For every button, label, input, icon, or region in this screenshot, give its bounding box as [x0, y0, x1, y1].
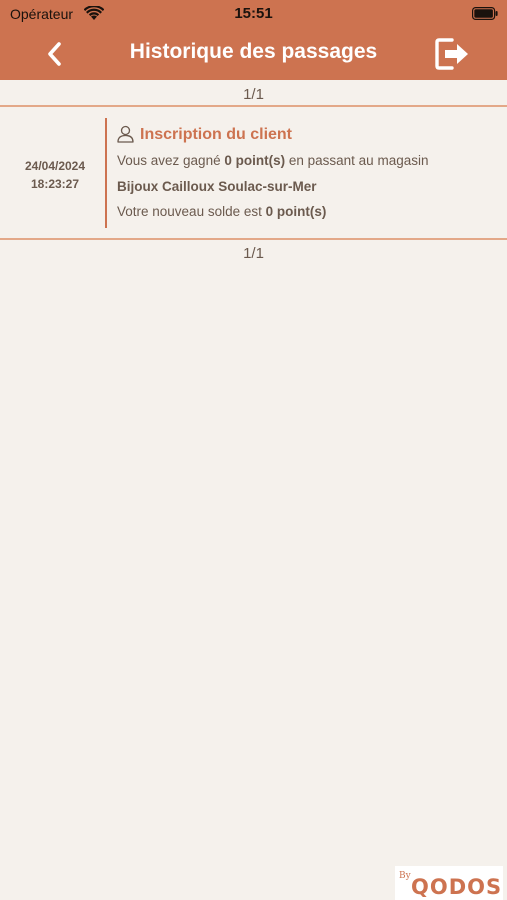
page-title: Historique des passages	[129, 40, 378, 63]
entry-points-earned: Vous avez gagné 0 point(s) en passant au…	[117, 153, 428, 168]
balance-prefix: Votre nouveau solde est	[117, 204, 262, 219]
entry-time: 18:23:27	[30, 177, 80, 191]
app-header: Opérateur 15:51 Historique des passages	[0, 0, 507, 80]
status-bar: Opérateur 15:51	[0, 0, 507, 28]
entry-datetime: 24/04/2024 18:23:27	[10, 157, 100, 193]
brand-by: By	[399, 871, 411, 881]
brand-logo: By QODOS	[395, 866, 503, 900]
earned-suffix: en passant au magasin	[288, 153, 429, 168]
earned-points: 0 point(s)	[224, 153, 286, 168]
divider	[0, 238, 507, 240]
entry-title: Inscription du client	[140, 126, 293, 143]
earned-prefix: Vous avez gagné	[117, 153, 221, 168]
person-icon	[117, 125, 134, 143]
balance-points: 0 point(s)	[265, 204, 327, 219]
pagination-bottom: 1/1	[243, 245, 264, 262]
entry-date: 24/04/2024	[24, 159, 86, 173]
pagination-top: 1/1	[243, 86, 264, 103]
logout-button[interactable]	[432, 34, 472, 74]
entry-accent-bar	[105, 118, 107, 228]
brand-name: QODOS	[411, 875, 503, 899]
entry-balance: Votre nouveau solde est 0 point(s)	[117, 204, 326, 219]
battery-icon	[472, 7, 498, 20]
logout-icon	[435, 38, 468, 70]
status-time: 15:51	[234, 5, 273, 22]
entry-store-name: Bijoux Cailloux Soulac-sur-Mer	[117, 179, 317, 194]
history-entry[interactable]: 24/04/2024 18:23:27 Inscription du clien…	[0, 107, 507, 238]
